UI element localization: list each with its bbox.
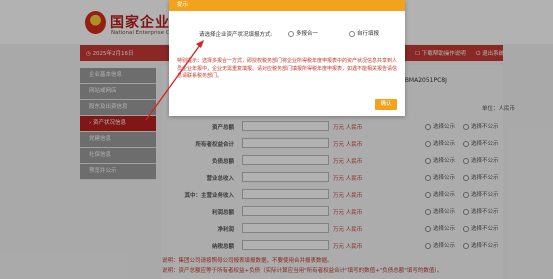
dialog-question: 请选择企业资产状况填报方式: [199,32,273,38]
fill-method-dialog: 提示 请选择企业资产状况填报方式: 多报合一 自行填报 特别提示：选择多报合一方… [169,0,405,116]
dialog-warning-text: 特别提示：选择多报合一方式，即授权税务部门将企业所得税年度申报表中的资产状况信息… [177,58,398,79]
option-self-fill-radio[interactable]: 自行填报 [349,29,379,37]
confirm-button[interactable]: 确认 [375,99,397,110]
dialog-title: 提示 [169,0,405,11]
option-multi-report-radio[interactable]: 多报合一 [288,29,318,37]
